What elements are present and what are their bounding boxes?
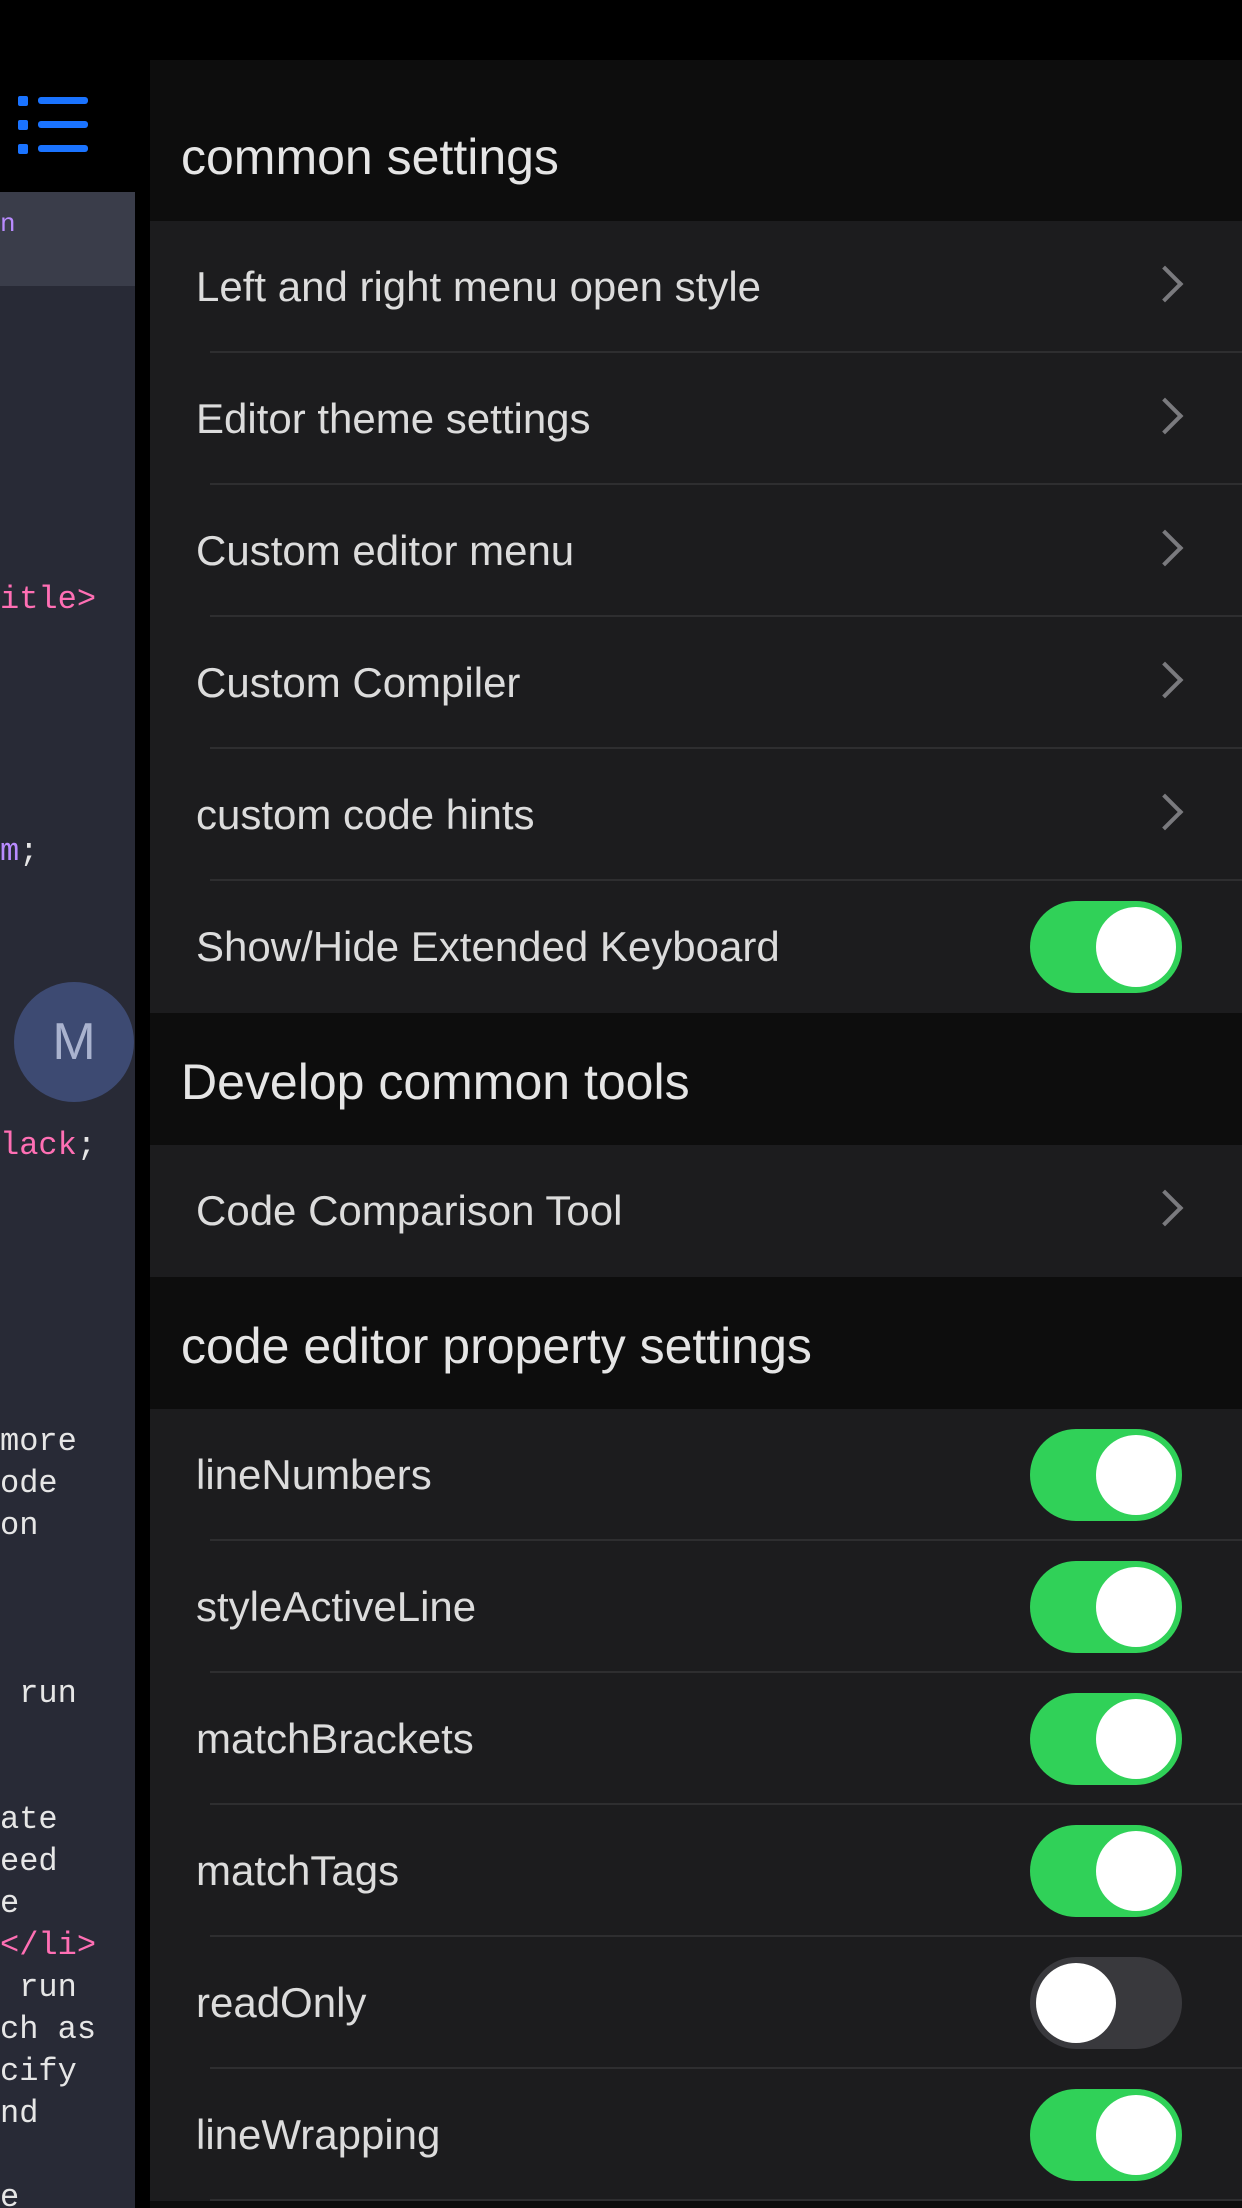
code-fragment: on bbox=[0, 1507, 39, 1544]
chevron-right-icon bbox=[1146, 529, 1184, 567]
code-fragment: n bbox=[0, 209, 16, 239]
status-bar bbox=[0, 0, 1242, 60]
row-label: Custom Compiler bbox=[196, 659, 521, 706]
row-custom-code-hints[interactable]: custom code hints bbox=[150, 749, 1242, 881]
match-brackets-toggle[interactable] bbox=[1030, 1693, 1182, 1785]
code-fragment: e bbox=[0, 1885, 20, 1922]
row-custom-editor-menu[interactable]: Custom editor menu bbox=[150, 485, 1242, 617]
row-label: Left and right menu open style bbox=[196, 263, 762, 310]
style-active-line-toggle[interactable] bbox=[1030, 1561, 1182, 1653]
row-match-brackets: matchBrackets bbox=[150, 1673, 1242, 1805]
code-editor[interactable]: n itle> m; lack; more ode on run ate eed… bbox=[0, 192, 135, 2208]
line-wrapping-toggle[interactable] bbox=[1030, 2089, 1182, 2181]
row-code-comparison-tool[interactable]: Code Comparison Tool bbox=[150, 1145, 1242, 1277]
section-header-common-settings: common settings bbox=[150, 60, 1242, 221]
code-fragment: </li> bbox=[0, 1927, 97, 1964]
code-fragment: e bbox=[0, 2179, 20, 2208]
row-editor-theme-settings[interactable]: Editor theme settings bbox=[150, 353, 1242, 485]
code-fragment: ch as bbox=[0, 2011, 97, 2048]
list-icon[interactable] bbox=[14, 90, 94, 160]
avatar[interactable]: M bbox=[14, 982, 134, 1102]
row-label: Editor theme settings bbox=[196, 395, 591, 442]
chevron-right-icon bbox=[1146, 397, 1184, 435]
row-line-numbers: lineNumbers bbox=[150, 1409, 1242, 1541]
code-fragment: eed bbox=[0, 1843, 58, 1880]
code-fragment: ate bbox=[0, 1801, 58, 1838]
match-tags-toggle[interactable] bbox=[1030, 1825, 1182, 1917]
row-label: lineNumbers bbox=[196, 1451, 432, 1498]
chevron-right-icon bbox=[1146, 1189, 1184, 1227]
code-fragment: ode bbox=[0, 1465, 58, 1502]
row-label: readOnly bbox=[196, 1979, 367, 2026]
row-line-wrapping: lineWrapping bbox=[150, 2069, 1242, 2201]
code-fragment: run bbox=[0, 1675, 77, 1712]
section-title: Develop common tools bbox=[181, 1054, 690, 1110]
code-fragment: ; bbox=[76, 1127, 97, 1164]
row-menu-open-style[interactable]: Left and right menu open style bbox=[150, 221, 1242, 353]
code-fragment: m bbox=[0, 833, 20, 870]
active-line-highlight bbox=[0, 192, 135, 286]
read-only-toggle[interactable] bbox=[1030, 1957, 1182, 2049]
code-fragment: more bbox=[0, 1423, 77, 1460]
section-title: code editor property settings bbox=[181, 1318, 812, 1374]
row-custom-compiler[interactable]: Custom Compiler bbox=[150, 617, 1242, 749]
section-header-develop-tools: Develop common tools bbox=[150, 1013, 1242, 1145]
code-fragment: itle> bbox=[0, 581, 97, 618]
chevron-right-icon bbox=[1146, 265, 1184, 303]
row-separator bbox=[210, 2199, 1242, 2201]
code-fragment: nd bbox=[0, 2095, 39, 2132]
chevron-right-icon bbox=[1146, 793, 1184, 831]
row-match-tags: matchTags bbox=[150, 1805, 1242, 1937]
section-header-editor-properties: code editor property settings bbox=[150, 1277, 1242, 1409]
line-numbers-toggle[interactable] bbox=[1030, 1429, 1182, 1521]
row-label: Show/Hide Extended Keyboard bbox=[196, 923, 780, 970]
chevron-right-icon bbox=[1146, 661, 1184, 699]
code-fragment: cify bbox=[0, 2053, 77, 2090]
row-label: Code Comparison Tool bbox=[196, 1187, 623, 1234]
row-label: custom code hints bbox=[196, 791, 535, 838]
settings-panel: common settings Left and right menu open… bbox=[150, 60, 1242, 2208]
extended-keyboard-toggle[interactable] bbox=[1030, 901, 1182, 993]
row-label: styleActiveLine bbox=[196, 1583, 477, 1630]
section-title: common settings bbox=[181, 129, 559, 185]
row-read-only: readOnly bbox=[150, 1937, 1242, 2069]
row-label: Custom editor menu bbox=[196, 527, 575, 574]
code-fragment: run bbox=[0, 1969, 77, 2006]
row-style-active-line: styleActiveLine bbox=[150, 1541, 1242, 1673]
row-extended-keyboard: Show/Hide Extended Keyboard bbox=[150, 881, 1242, 1013]
code-fragment: ; bbox=[19, 833, 39, 870]
row-label: matchBrackets bbox=[196, 1715, 474, 1762]
row-label: lineWrapping bbox=[196, 2111, 441, 2158]
code-fragment: lack bbox=[0, 1127, 77, 1164]
row-label: matchTags bbox=[196, 1847, 400, 1894]
pane-divider bbox=[135, 60, 150, 2208]
